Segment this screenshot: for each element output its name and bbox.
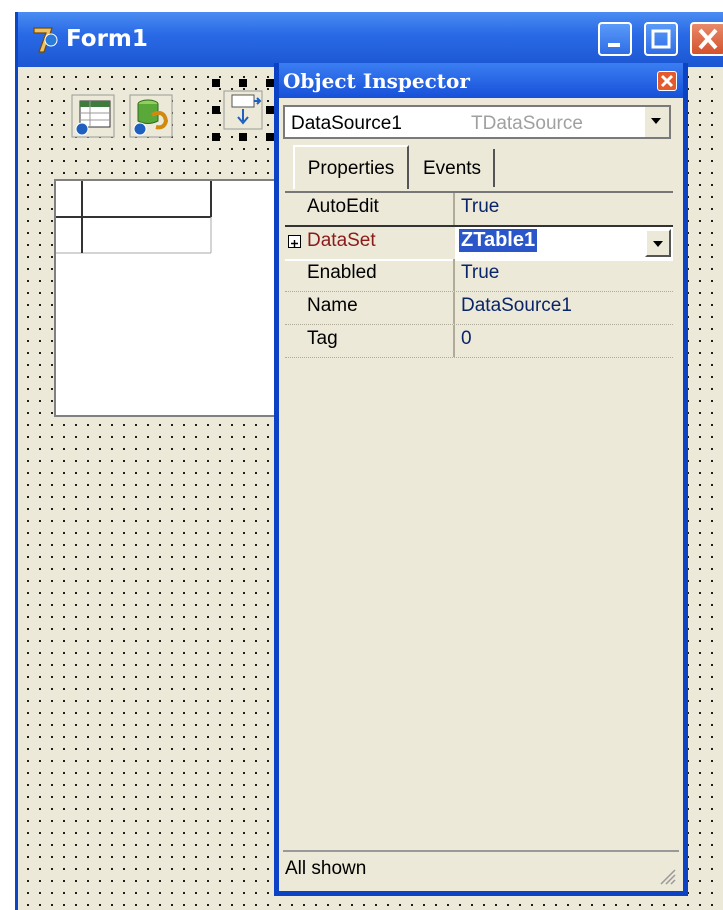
object-inspector-title: Object Inspector (283, 69, 470, 93)
chevron-down-icon (651, 118, 661, 124)
property-value[interactable]: True (461, 196, 499, 218)
status-text: All shown (285, 858, 367, 879)
component-name: DataSource1 (291, 113, 402, 134)
object-inspector-tabs: Properties Events (283, 145, 673, 189)
resize-grip-icon[interactable] (655, 864, 677, 886)
dataset-value-editor[interactable]: ZTable1 (455, 227, 673, 259)
tab-properties[interactable]: Properties (293, 145, 409, 189)
minimize-icon (608, 43, 620, 47)
table-component-icon (71, 94, 115, 138)
property-name: DataSet (307, 230, 376, 251)
selection-handle[interactable] (212, 106, 220, 114)
selection-handle[interactable] (212, 133, 220, 141)
selection-handle[interactable] (239, 133, 247, 141)
property-value[interactable]: DataSource1 (461, 295, 572, 317)
column-divider (453, 259, 455, 291)
column-divider (453, 292, 455, 324)
selection-handle[interactable] (266, 79, 274, 87)
property-name: Enabled (307, 262, 377, 283)
property-grid: AutoEdit True DataSet ZTable1 Enabled Tr… (285, 191, 673, 853)
property-row-dataset[interactable]: DataSet ZTable1 (285, 225, 673, 261)
close-icon (698, 28, 718, 50)
object-inspector-statusbar: All shown (283, 850, 679, 888)
component-selector-dropdown-button[interactable] (643, 107, 669, 137)
delphi-app-icon (33, 27, 58, 53)
property-row-name[interactable]: Name DataSource1 (285, 292, 673, 325)
minimize-button[interactable] (598, 22, 632, 56)
maximize-icon (651, 29, 671, 49)
property-row-tag[interactable]: Tag 0 (285, 325, 673, 358)
close-icon (660, 74, 674, 88)
selection-handle[interactable] (266, 106, 274, 114)
plus-icon (291, 240, 298, 247)
selection-handle[interactable] (212, 79, 220, 87)
datasource-component-icon (223, 90, 263, 130)
property-name: AutoEdit (307, 196, 379, 217)
selection-handle[interactable] (266, 133, 274, 141)
component-type: TDataSource (471, 113, 583, 134)
object-inspector-titlebar[interactable]: Object Inspector (279, 63, 683, 98)
column-divider (453, 193, 455, 225)
expand-icon[interactable] (288, 235, 301, 248)
property-value[interactable]: ZTable1 (459, 229, 538, 252)
selection-handle[interactable] (239, 79, 247, 87)
maximize-button[interactable] (644, 22, 678, 56)
close-button[interactable] (690, 22, 723, 56)
query-component[interactable] (128, 93, 174, 139)
db-grid-lines (56, 181, 212, 254)
property-row-autoedit[interactable]: AutoEdit True (285, 193, 673, 226)
object-inspector-close-button[interactable] (657, 71, 677, 91)
chevron-down-icon (653, 241, 663, 247)
db-grid[interactable] (54, 179, 294, 417)
property-name: Tag (307, 328, 338, 349)
form-titlebar[interactable]: Form1 (18, 12, 723, 67)
query-component-icon (129, 94, 173, 138)
component-selector[interactable]: DataSource1 TDataSource (283, 105, 671, 139)
column-divider (453, 325, 455, 357)
form-title: Form1 (66, 26, 148, 52)
property-row-enabled[interactable]: Enabled True (285, 259, 673, 292)
property-value[interactable]: 0 (461, 328, 472, 350)
object-inspector-window: Object Inspector DataSource1 TDataSource… (274, 63, 688, 896)
tab-events[interactable]: Events (411, 149, 495, 187)
table-component[interactable] (70, 93, 116, 139)
datasource-component[interactable] (212, 79, 274, 141)
dataset-dropdown-button[interactable] (645, 229, 671, 257)
property-value[interactable]: True (461, 262, 499, 284)
property-name: Name (307, 295, 358, 316)
